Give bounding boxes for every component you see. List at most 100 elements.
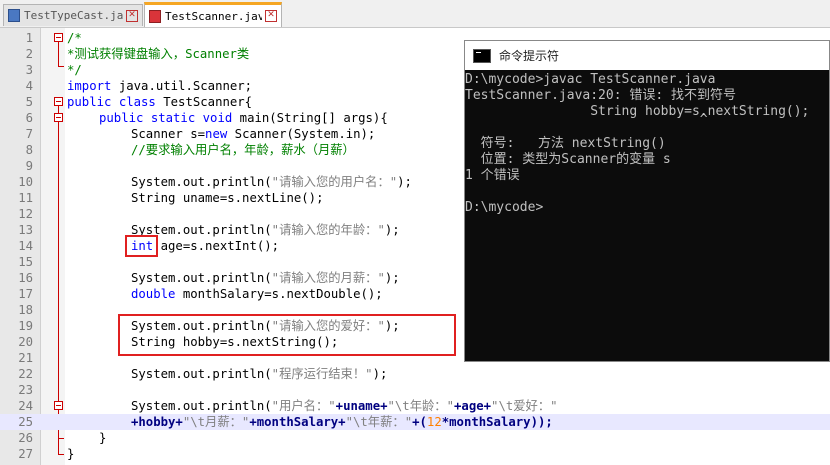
code-token: TestScanner{ — [155, 95, 253, 109]
tab-testtypecast[interactable]: TestTypeCast.java ✕ — [3, 4, 143, 26]
line-number: 24 — [18, 399, 33, 413]
line-number: 1 — [25, 31, 33, 45]
code-line: 24 System.out.println("用户名："+uname+"\t年龄：… — [0, 398, 830, 414]
string-literal: "\t爱好：" — [491, 399, 558, 413]
code-token: System.out.println( — [131, 271, 272, 285]
terminal-icon — [473, 48, 491, 63]
line-number: 6 — [25, 111, 33, 125]
line-number: 20 — [18, 335, 33, 349]
tab-label: TestScanner.java — [165, 9, 262, 23]
code-line-current: 25 +hobby+"\t月薪："+monthSalary+"\t年薪："+(12… — [0, 414, 830, 430]
keyword: double — [131, 287, 176, 301]
line-number: 22 — [18, 367, 33, 381]
code-text: public static void main(String[] args){ — [99, 110, 388, 126]
string-literal: "请输入您的用户名：" — [271, 175, 398, 189]
line-number: 15 — [18, 255, 33, 269]
string-literal: "程序运行结束！" — [271, 367, 373, 381]
code-text: //要求输入用户名，年龄，薪水（月薪） — [131, 143, 355, 157]
line-number: 23 — [18, 383, 33, 397]
code-token: +uname+ — [335, 399, 388, 413]
line-number: 2 — [25, 47, 33, 61]
code-line: 26} — [0, 430, 830, 446]
code-text: } — [99, 431, 107, 445]
console-line: TestScanner.java:20: 错误: 找不到符号 — [465, 88, 737, 103]
code-token: System.out.println( — [131, 367, 272, 381]
code-token: +( — [412, 415, 427, 429]
code-token: System.out.println( — [131, 399, 272, 413]
close-icon[interactable]: ✕ — [126, 9, 138, 22]
line-number: 10 — [18, 175, 33, 189]
keyword: import — [67, 79, 112, 93]
line-number: 25 — [18, 415, 33, 429]
code-text: Scanner s=new Scanner(System.in); — [131, 126, 375, 142]
line-number: 13 — [18, 223, 33, 237]
code-token: *monthSalary)); — [441, 415, 553, 429]
line-number: 27 — [18, 447, 33, 461]
code-line: 27} — [0, 446, 830, 462]
code-text: */ — [67, 63, 82, 77]
string-literal: "\t月薪：" — [182, 415, 250, 429]
line-number: 4 — [25, 79, 33, 93]
code-text: /* — [67, 31, 82, 45]
tab-label: TestTypeCast.java — [24, 9, 123, 22]
code-text: System.out.println("程序运行结束！"); — [131, 366, 387, 382]
line-number: 18 — [18, 303, 33, 317]
code-token: Scanner s= — [131, 127, 206, 141]
string-literal: "用户名：" — [271, 399, 336, 413]
string-literal: "\t年薪：" — [345, 415, 413, 429]
code-token: System.out.println( — [131, 175, 272, 189]
code-token: age=s.nextInt(); — [153, 239, 280, 253]
line-number: 3 — [25, 63, 33, 77]
string-literal: "\t年龄：" — [387, 399, 455, 413]
code-line: 22 System.out.println("程序运行结束！"); — [0, 366, 830, 382]
code-token: ); — [384, 223, 400, 237]
line-number: 9 — [25, 159, 33, 173]
line-number: 21 — [18, 351, 33, 365]
code-token: ); — [397, 175, 412, 189]
code-text: System.out.println("请输入您的用户名："); — [131, 174, 412, 190]
highlight-box-int — [125, 235, 158, 257]
string-literal: "请输入您的年龄：" — [271, 223, 385, 237]
console-line: ^ — [465, 112, 708, 127]
code-text: import java.util.Scanner; — [67, 78, 252, 94]
code-text: String uname=s.nextLine(); — [131, 191, 324, 205]
line-number: 17 — [18, 287, 33, 301]
code-token: ); — [384, 271, 400, 285]
console-line: 符号: 方法 nextString() — [465, 136, 666, 151]
tab-bar: TestTypeCast.java ✕ TestScanner.java ✕ — [0, 0, 830, 28]
line-number: 19 — [18, 319, 33, 333]
window-titlebar[interactable]: 命令提示符 — [465, 41, 829, 70]
file-modified-icon — [149, 9, 161, 23]
highlight-box-hobby — [118, 314, 456, 356]
code-text: double monthSalary=s.nextDouble(); — [131, 286, 383, 302]
code-text: System.out.println("用户名："+uname+"\t年龄："+… — [131, 398, 558, 414]
code-token: +hobby+ — [131, 415, 183, 429]
code-text: System.out.println("请输入您的月薪："); — [131, 270, 400, 286]
line-number: 11 — [18, 191, 33, 205]
file-icon — [8, 9, 20, 22]
line-number: 16 — [18, 271, 33, 285]
line-number: 8 — [25, 143, 33, 157]
keyword: new — [205, 127, 228, 141]
code-token: java.util.Scanner; — [111, 79, 253, 93]
line-number: 14 — [18, 239, 33, 253]
line-number: 5 — [25, 95, 33, 109]
line-number: 7 — [25, 127, 33, 141]
string-literal: "请输入您的月薪：" — [271, 271, 385, 285]
console-output[interactable]: D:\mycode>javac TestScanner.java TestSca… — [465, 72, 830, 361]
code-line: 23 — [0, 382, 830, 398]
line-number: 12 — [18, 207, 33, 221]
number-literal: 12 — [426, 415, 442, 429]
close-icon[interactable]: ✕ — [265, 10, 277, 22]
command-prompt-window[interactable]: 命令提示符 D:\mycode>javac TestScanner.java T… — [464, 40, 830, 362]
code-token: main(String[] args){ — [232, 111, 388, 125]
console-line: D:\mycode> — [465, 200, 544, 215]
console-line: 位置: 类型为Scanner的变量 s — [465, 152, 671, 167]
keyword: public static void — [99, 111, 233, 125]
code-text: +hobby+"\t月薪："+monthSalary+"\t年薪："+(12*m… — [131, 414, 553, 430]
code-token: monthSalary=s.nextDouble(); — [175, 287, 383, 301]
keyword: public class — [67, 95, 156, 109]
code-token: +age+ — [454, 399, 492, 413]
tab-testscanner[interactable]: TestScanner.java ✕ — [144, 2, 282, 27]
window-title: 命令提示符 — [499, 49, 560, 63]
